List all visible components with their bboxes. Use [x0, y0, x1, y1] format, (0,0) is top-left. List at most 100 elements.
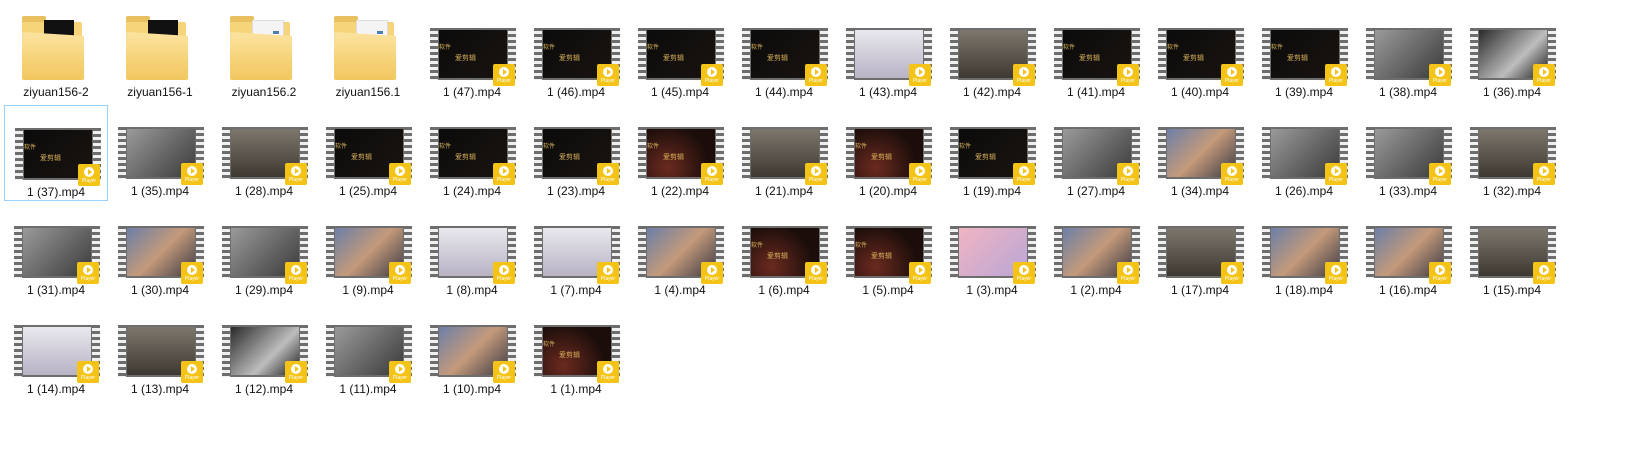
- player-badge-icon: Player: [701, 262, 723, 284]
- folder-front: [126, 32, 188, 80]
- play-icon: [1331, 166, 1341, 176]
- video-file-item[interactable]: Player 1 (33).mp4: [1356, 105, 1460, 201]
- play-icon: [811, 265, 821, 275]
- video-file-item[interactable]: Player 1 (12).mp4: [212, 303, 316, 399]
- video-file-item[interactable]: Player 1 (21).mp4: [732, 105, 836, 201]
- video-file-item[interactable]: 软件 爱剪辑 Player 1 (39).mp4: [1252, 6, 1356, 102]
- video-file-name: 1 (32).mp4: [1482, 184, 1542, 198]
- video-file-item[interactable]: 软件 爱剪辑 Player 1 (24).mp4: [420, 105, 524, 201]
- video-file-name: 1 (39).mp4: [1274, 85, 1334, 99]
- video-file-item[interactable]: Player 1 (27).mp4: [1044, 105, 1148, 201]
- video-file-item[interactable]: Player 1 (35).mp4: [108, 105, 212, 201]
- video-file-item[interactable]: 软件 爱剪辑 Player 1 (44).mp4: [732, 6, 836, 102]
- video-file-item[interactable]: Player 1 (18).mp4: [1252, 204, 1356, 300]
- video-file-item[interactable]: Player 1 (17).mp4: [1148, 204, 1252, 300]
- video-thumbnail: Player: [326, 226, 412, 284]
- video-file-item[interactable]: Player 1 (3).mp4: [940, 204, 1044, 300]
- player-badge-text: Player: [600, 177, 616, 183]
- video-file-item[interactable]: 软件 爱剪辑 Player 1 (41).mp4: [1044, 6, 1148, 102]
- folder-front: [22, 32, 84, 80]
- video-file-item[interactable]: Player 1 (36).mp4: [1460, 6, 1564, 102]
- video-file-item[interactable]: Player 1 (13).mp4: [108, 303, 212, 399]
- video-file-item[interactable]: Player 1 (28).mp4: [212, 105, 316, 201]
- filmstrip-left: [1470, 226, 1478, 278]
- video-file-item[interactable]: Player 1 (14).mp4: [4, 303, 108, 399]
- video-file-item[interactable]: Player 1 (31).mp4: [4, 204, 108, 300]
- play-icon: [1019, 67, 1029, 77]
- video-file-item[interactable]: 软件 爱剪辑 Player 1 (22).mp4: [628, 105, 732, 201]
- player-badge-text: Player: [1120, 177, 1136, 183]
- video-file-item[interactable]: Player 1 (30).mp4: [108, 204, 212, 300]
- play-icon: [707, 166, 717, 176]
- play-icon: [915, 67, 925, 77]
- player-badge-icon: Player: [1429, 262, 1451, 284]
- play-icon: [499, 166, 509, 176]
- folder-item[interactable]: ziyuan156-1: [108, 6, 212, 102]
- video-file-item[interactable]: 软件 爱剪辑 Player 1 (20).mp4: [836, 105, 940, 201]
- video-file-item[interactable]: Player 1 (11).mp4: [316, 303, 420, 399]
- filmstrip-left: [534, 127, 542, 179]
- video-thumbnail: 软件 爱剪辑 Player: [846, 226, 932, 284]
- video-file-item[interactable]: 软件 爱剪辑 Player 1 (6).mp4: [732, 204, 836, 300]
- player-badge-text: Player: [808, 78, 824, 84]
- player-badge-icon: Player: [1013, 163, 1035, 185]
- folder-item[interactable]: ziyuan156-2: [4, 6, 108, 102]
- video-file-name: 1 (15).mp4: [1482, 283, 1542, 297]
- folder-item[interactable]: ziyuan156.1: [316, 6, 420, 102]
- video-thumbnail: Player: [1470, 226, 1556, 284]
- play-icon: [1435, 166, 1445, 176]
- video-file-item[interactable]: 软件 爱剪辑 Player 1 (25).mp4: [316, 105, 420, 201]
- video-file-item[interactable]: Player 1 (32).mp4: [1460, 105, 1564, 201]
- video-file-item[interactable]: Player 1 (2).mp4: [1044, 204, 1148, 300]
- video-file-item[interactable]: Player 1 (15).mp4: [1460, 204, 1564, 300]
- filmstrip-left: [742, 28, 750, 80]
- video-file-item[interactable]: Player 1 (7).mp4: [524, 204, 628, 300]
- play-icon: [1123, 166, 1133, 176]
- video-file-item[interactable]: Player 1 (16).mp4: [1356, 204, 1460, 300]
- promo-text-1: 软件: [751, 243, 764, 249]
- promo-text-2: 爱剪辑: [871, 154, 892, 161]
- player-badge-icon: Player: [1013, 262, 1035, 284]
- video-file-item[interactable]: Player 1 (34).mp4: [1148, 105, 1252, 201]
- player-badge-icon: Player: [1221, 163, 1243, 185]
- video-file-name: 1 (6).mp4: [758, 283, 810, 297]
- video-file-item[interactable]: Player 1 (10).mp4: [420, 303, 524, 399]
- video-thumbnail: Player: [1262, 226, 1348, 284]
- play-icon: [707, 67, 717, 77]
- video-thumbnail: 软件 爱剪辑 Player: [846, 127, 932, 185]
- video-file-item[interactable]: Player 1 (9).mp4: [316, 204, 420, 300]
- player-badge-text: Player: [184, 375, 200, 381]
- video-file-item[interactable]: Player 1 (29).mp4: [212, 204, 316, 300]
- video-file-item[interactable]: 软件 爱剪辑 Player 1 (1).mp4: [524, 303, 628, 399]
- video-file-item[interactable]: Player 1 (4).mp4: [628, 204, 732, 300]
- video-thumbnail: Player: [742, 127, 828, 185]
- player-badge-icon: Player: [493, 361, 515, 383]
- video-file-item[interactable]: 软件 爱剪辑 Player 1 (19).mp4: [940, 105, 1044, 201]
- video-file-item[interactable]: 软件 爱剪辑 Player 1 (40).mp4: [1148, 6, 1252, 102]
- video-file-item[interactable]: Player 1 (8).mp4: [420, 204, 524, 300]
- video-file-item[interactable]: Player 1 (26).mp4: [1252, 105, 1356, 201]
- play-icon: [395, 166, 405, 176]
- video-file-item[interactable]: Player 1 (38).mp4: [1356, 6, 1460, 102]
- filmstrip-left: [742, 127, 750, 179]
- video-file-item[interactable]: 软件 爱剪辑 Player 1 (46).mp4: [524, 6, 628, 102]
- video-file-item[interactable]: Player 1 (42).mp4: [940, 6, 1044, 102]
- video-file-name: 1 (11).mp4: [339, 382, 397, 396]
- player-badge-icon: Player: [701, 64, 723, 86]
- filmstrip-left: [638, 28, 646, 80]
- player-badge-text: Player: [1328, 177, 1344, 183]
- video-file-item[interactable]: 软件 爱剪辑 Player 1 (47).mp4: [420, 6, 524, 102]
- player-badge-text: Player: [600, 276, 616, 282]
- filmstrip-left: [118, 226, 126, 278]
- video-file-item[interactable]: 软件 爱剪辑 Player 1 (23).mp4: [524, 105, 628, 201]
- player-badge-text: Player: [912, 276, 928, 282]
- player-badge-icon: Player: [389, 163, 411, 185]
- video-file-item[interactable]: 软件 爱剪辑 Player 1 (37).mp4: [4, 105, 108, 201]
- video-thumbnail: Player: [1366, 226, 1452, 284]
- video-file-item[interactable]: Player 1 (43).mp4: [836, 6, 940, 102]
- video-file-item[interactable]: 软件 爱剪辑 Player 1 (45).mp4: [628, 6, 732, 102]
- folder-item[interactable]: ziyuan156.2: [212, 6, 316, 102]
- video-file-item[interactable]: 软件 爱剪辑 Player 1 (5).mp4: [836, 204, 940, 300]
- promo-text-1: 软件: [543, 45, 556, 51]
- video-thumbnail: 软件 爱剪辑 Player: [638, 28, 724, 86]
